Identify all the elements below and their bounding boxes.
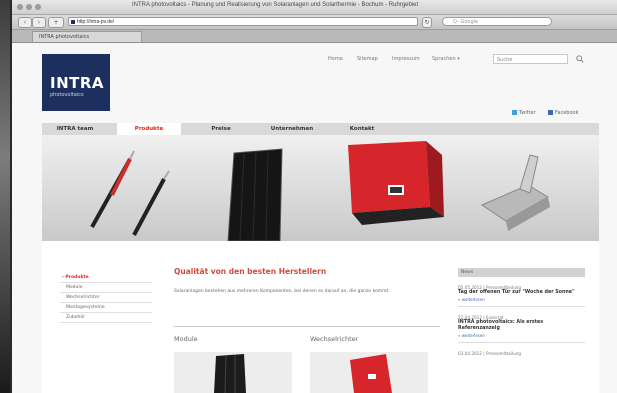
site-search-input[interactable]: Suche (493, 54, 568, 64)
subnav-zubehoer[interactable]: Zubehör (60, 313, 152, 323)
search-icon[interactable] (576, 55, 584, 63)
window-title: INTRA photovoltaics - Planung und Realis… (132, 2, 419, 8)
news-sidebar: News 05.05.2012 | Pressemitteilung Tag d… (458, 268, 585, 356)
address-bar[interactable]: http://intra-pv.de/ (68, 17, 418, 26)
product-banner (42, 135, 599, 242)
web-page: INTRA photovoltaics Home Sitemap Impress… (12, 43, 617, 393)
page-headline: Qualität von den besten Herstellern (174, 267, 327, 276)
subnav-module[interactable]: Module (60, 283, 152, 293)
web-search-placeholder: Q- Google (453, 19, 479, 25)
solar-module-image (227, 148, 283, 242)
news-title[interactable]: INTRA photovoltaics: Als erstes Referenz… (458, 320, 585, 332)
twitter-icon (512, 110, 517, 115)
minimize-window-icon[interactable] (26, 4, 32, 10)
news-separator (458, 342, 585, 343)
subnav-montagesysteme[interactable]: Montagesysteme (60, 303, 152, 313)
title-bar: INTRA photovoltaics - Planung und Realis… (12, 0, 617, 15)
tab-bar: INTRA photovoltaics (12, 30, 617, 43)
browser-window: INTRA photovoltaics - Planung und Realis… (12, 0, 617, 393)
divider (174, 326, 440, 327)
news-title[interactable]: Tag der offenen Tür zur "Woche der Sonne… (458, 290, 585, 296)
nav-produkte[interactable]: Produkte (117, 123, 181, 135)
site-search-placeholder: Suche (497, 57, 513, 63)
web-search-field[interactable]: Q- Google (442, 17, 552, 26)
module-thumbnail[interactable] (174, 352, 292, 393)
browser-toolbar: ‹ › + http://intra-pv.de/ ↻ Q- Google (12, 15, 617, 30)
facebook-link[interactable]: Facebook (548, 110, 579, 116)
back-button[interactable]: ‹ (18, 17, 32, 28)
nav-kontakt[interactable]: Kontakt (332, 123, 392, 135)
browser-tab[interactable]: INTRA photovoltaics (32, 31, 142, 42)
logo-subtext: photovoltaics (50, 92, 84, 98)
top-nav-sprachen[interactable]: Sprachen ▾ (432, 56, 460, 62)
favicon-icon (71, 20, 75, 24)
intra-logo[interactable]: INTRA photovoltaics (42, 54, 110, 111)
add-bookmark-button[interactable]: + (48, 17, 64, 28)
desktop-background (0, 0, 10, 393)
subnav-produkte[interactable]: › Produkte (60, 273, 152, 283)
nav-unternehmen[interactable]: Unternehmen (252, 123, 332, 135)
top-nav-sitemap[interactable]: Sitemap (357, 56, 378, 62)
inverter-heading[interactable]: Wechselrichter (310, 335, 358, 343)
logo-text: INTRA (50, 74, 105, 92)
subnav-wechselrichter[interactable]: Wechselrichter (60, 293, 152, 303)
news-item[interactable]: 05.05.2012 | Pressemitteilung Tag der of… (458, 285, 585, 307)
inverter-thumbnail[interactable] (310, 352, 428, 393)
zoom-window-icon[interactable] (35, 4, 41, 10)
mounting-bracket-image (480, 154, 550, 231)
nav-preise[interactable]: Preise (190, 123, 252, 135)
news-item[interactable]: 03.04.2012 | Pressemitteilung (458, 351, 585, 356)
twitter-link[interactable]: Twitter (512, 110, 536, 116)
news-separator (458, 306, 585, 307)
product-subnav: › Produkte Module Wechselrichter Montage… (60, 273, 152, 323)
facebook-icon (548, 110, 553, 115)
reload-button[interactable]: ↻ (422, 17, 432, 28)
nav-intra-team[interactable]: INTRA team (42, 123, 108, 135)
news-date: 03.04.2012 | Pressemitteilung (458, 351, 522, 356)
product-images (90, 141, 550, 242)
forward-button[interactable]: › (32, 17, 46, 28)
news-more-link[interactable]: » weiterlesen (458, 333, 585, 338)
top-nav-home[interactable]: Home (328, 56, 343, 62)
top-nav-impressum[interactable]: Impressum (392, 56, 420, 62)
inverter-image (348, 141, 444, 225)
address-bar-url: http://intra-pv.de/ (77, 19, 115, 25)
main-navigation: INTRA team Produkte Preise Unternehmen K… (42, 123, 599, 135)
tab-title: INTRA photovoltaics (39, 34, 90, 40)
module-heading[interactable]: Module (174, 335, 198, 343)
cable-image (90, 150, 170, 236)
close-window-icon[interactable] (17, 4, 23, 10)
news-item[interactable]: 22.04.2012 | Exzerrat INTRA photovoltaic… (458, 315, 585, 343)
news-heading: News (458, 268, 585, 277)
news-more-link[interactable]: » weiterlesen (458, 297, 585, 302)
intro-text: Solaranlagen bestehen aus mehreren Kompo… (174, 289, 390, 294)
content-area: › Produkte Module Wechselrichter Montage… (42, 241, 599, 393)
